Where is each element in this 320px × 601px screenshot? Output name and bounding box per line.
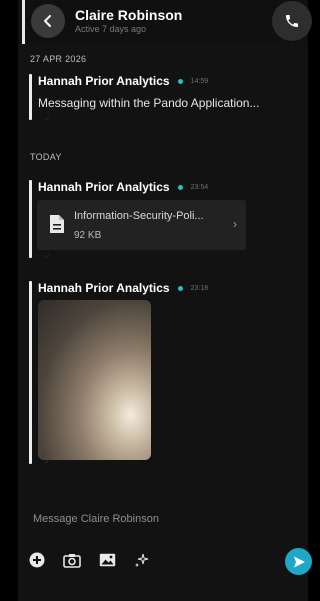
read-tick-icon: ✓: [44, 457, 51, 466]
send-icon: [293, 556, 305, 567]
image-icon: [99, 553, 115, 567]
sender-name: Hannah Prior Analytics: [38, 180, 170, 194]
camera-icon: [63, 553, 81, 568]
message-rail: [29, 281, 32, 464]
online-dot: [177, 184, 183, 190]
message-input[interactable]: Message Claire Robinson: [33, 513, 159, 525]
message-item[interactable]: Hannah Prior Analytics 23:54 Information…: [29, 180, 308, 262]
back-button[interactable]: [31, 4, 65, 38]
date-separator-today: TODAY: [30, 152, 62, 162]
message-item[interactable]: Hannah Prior Analytics 23:18 ✓: [29, 281, 308, 467]
camera-button[interactable]: [61, 549, 83, 571]
message-rail: [29, 180, 32, 258]
image-attachment[interactable]: [38, 300, 151, 460]
message-header: Hannah Prior Analytics 14:59: [38, 74, 208, 88]
file-attachment[interactable]: Information-Security-Poli... 92 KB ›: [37, 200, 246, 250]
date-separator: 27 APR 2026: [30, 54, 87, 64]
document-icon: [50, 215, 64, 233]
message-text: Messaging within the Pando Application..…: [38, 96, 260, 110]
read-tick-icon: ✓: [44, 114, 51, 123]
read-tick-icon: ✓: [44, 252, 51, 261]
message-header: Hannah Prior Analytics 23:54: [38, 180, 208, 194]
sparkle-icon: [135, 553, 149, 567]
file-name: Information-Security-Poli...: [74, 210, 204, 222]
sender-name: Hannah Prior Analytics: [38, 74, 170, 88]
message-item[interactable]: Hannah Prior Analytics 14:59 Messaging w…: [29, 74, 308, 124]
ai-assist-button[interactable]: [131, 549, 153, 571]
send-button[interactable]: [285, 548, 312, 575]
chevron-left-icon: [44, 15, 51, 27]
add-button[interactable]: [26, 549, 48, 571]
contact-status: Active 7 days ago: [75, 24, 147, 34]
call-button[interactable]: [272, 1, 312, 41]
gallery-button[interactable]: [96, 549, 118, 571]
online-dot: [177, 285, 183, 291]
message-rail: [29, 74, 32, 120]
message-time: 23:54: [190, 183, 209, 191]
message-time: 23:18: [190, 284, 209, 292]
sender-name: Hannah Prior Analytics: [38, 281, 170, 295]
chevron-right-icon: ›: [233, 217, 237, 231]
panel-edge-bar: [22, 0, 25, 44]
phone-icon: [286, 15, 298, 27]
plus-circle-icon: [29, 552, 45, 568]
file-size: 92 KB: [74, 230, 102, 241]
chat-screen: Claire Robinson Active 7 days ago 27 APR…: [0, 0, 312, 601]
online-dot: [177, 78, 183, 84]
message-header: Hannah Prior Analytics 23:18: [38, 281, 208, 295]
message-time: 14:59: [190, 77, 209, 85]
contact-name[interactable]: Claire Robinson: [75, 7, 182, 23]
